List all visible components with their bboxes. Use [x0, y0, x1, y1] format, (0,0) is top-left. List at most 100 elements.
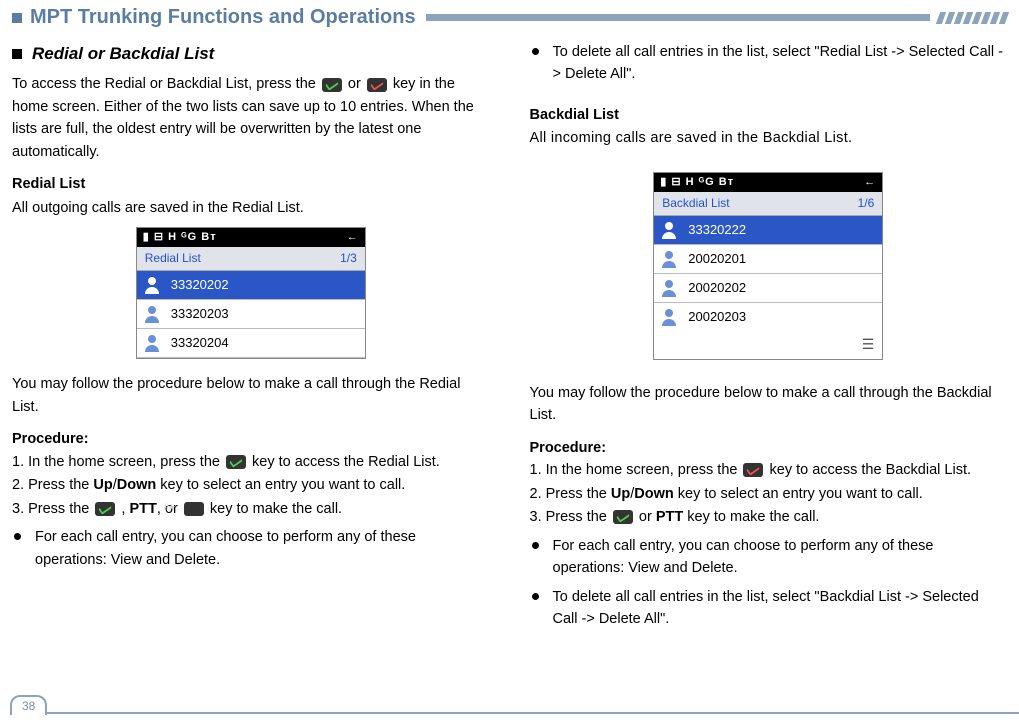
avatar-icon	[660, 279, 678, 297]
hash-key-icon	[184, 502, 204, 516]
backdial-list-heading: Backdial List	[530, 104, 1008, 126]
footer-line	[44, 712, 1019, 714]
menu-icon: ☰	[862, 334, 875, 356]
step3-text-b: ,	[117, 501, 129, 517]
step2-text-b: key to select an entry you want to call.	[156, 477, 405, 493]
step1-text-a: 1. In the home screen, press the	[530, 462, 742, 478]
step2-text-b: key to select an entry you want to call.	[674, 486, 923, 502]
statusbar-right: ←	[864, 174, 876, 191]
statusbar-left: ▮ ⊟ H ᴳG Bᴛ	[660, 174, 734, 191]
procedure-label: Procedure:	[530, 437, 1008, 459]
page-number: 38	[10, 695, 47, 715]
step-1: 1. In the home screen, press the key to …	[12, 451, 490, 473]
section-square-icon	[12, 49, 22, 59]
step2-up: Up	[93, 477, 112, 493]
list-row: 20020201	[654, 245, 882, 274]
list-title: Backdial List	[662, 194, 729, 213]
right-column: To delete all call entries in the list, …	[530, 41, 1008, 630]
page-header: MPT Trunking Functions and Operations	[0, 0, 1019, 33]
header-title: MPT Trunking Functions and Operations	[30, 6, 416, 29]
step2-down: Down	[634, 486, 673, 502]
list-row-text: 33320222	[688, 220, 746, 240]
intro-paragraph: To access the Redial or Backdial List, p…	[12, 73, 490, 163]
bullet-item: To delete all call entries in the list, …	[530, 586, 1008, 631]
step2-down: Down	[117, 477, 156, 493]
bullet-item: For each call entry, you can choose to p…	[530, 535, 1008, 580]
green-call-key-icon	[226, 455, 246, 469]
list-row-text: 33320203	[171, 304, 229, 324]
list-row-text: 33320204	[171, 333, 229, 353]
step-2: 2. Press the Up/Down key to select an en…	[530, 483, 1008, 505]
section-heading-text: Redial or Backdial List	[32, 41, 214, 67]
phone-statusbar: ▮ ⊟ H ᴳG Bᴛ ←	[654, 173, 882, 192]
avatar-icon	[143, 334, 161, 352]
bullet-icon	[532, 48, 539, 55]
page-footer: 38	[0, 712, 1019, 714]
list-row-text: 20020203	[688, 307, 746, 327]
redial-list-desc: All outgoing calls are saved in the Redi…	[12, 197, 490, 219]
section-heading-redial-backdial: Redial or Backdial List	[12, 41, 490, 67]
phone-statusbar: ▮ ⊟ H ᴳG Bᴛ ←	[137, 228, 365, 247]
green-call-key-icon	[613, 510, 633, 524]
redial-list-screenshot: ▮ ⊟ H ᴳG Bᴛ ← Redial List 1/3 33320202 3…	[136, 227, 366, 359]
bullet-text: To delete all call entries in the list, …	[553, 586, 1008, 631]
avatar-icon	[660, 308, 678, 326]
header-square-icon	[12, 13, 22, 23]
step3-ptt: PTT	[656, 509, 683, 525]
step1-text-b: key to access the Redial List.	[248, 454, 440, 470]
step3-text-a: 3. Press the	[12, 501, 93, 517]
header-hatch-icon	[938, 12, 1007, 24]
left-column: Redial or Backdial List To access the Re…	[12, 41, 490, 630]
redial-list-heading: Redial List	[12, 173, 490, 195]
intro-text-2: or	[344, 76, 365, 92]
list-title: Redial List	[145, 249, 201, 268]
header-bar	[426, 14, 930, 21]
backdial-list-screenshot: ▮ ⊟ H ᴳG Bᴛ ← Backdial List 1/6 33320222…	[653, 172, 883, 360]
red-end-key-icon	[367, 78, 387, 92]
step1-text-b: key to access the Backdial List.	[765, 462, 971, 478]
phone-list-header: Backdial List 1/6	[654, 192, 882, 216]
step2-text-a: 2. Press the	[530, 486, 611, 502]
bullet-text: To delete all call entries in the list, …	[553, 41, 1008, 86]
step-1: 1. In the home screen, press the key to …	[530, 459, 1008, 481]
procedure-label: Procedure:	[12, 428, 490, 450]
step2-up: Up	[611, 486, 630, 502]
intro-text-1: To access the Redial or Backdial List, p…	[12, 76, 320, 92]
list-row: 33320204	[137, 329, 365, 358]
list-row-text: 20020201	[688, 249, 746, 269]
step3-text-a: 3. Press the	[530, 509, 611, 525]
bullet-icon	[532, 593, 539, 600]
follow-text: You may follow the procedure below to ma…	[530, 382, 1008, 427]
bullet-text: For each call entry, you can choose to p…	[553, 535, 1008, 580]
list-row: 20020203	[654, 303, 882, 331]
phone-bottom-row: ☰	[654, 331, 882, 359]
avatar-icon	[660, 221, 678, 239]
avatar-icon	[660, 250, 678, 268]
list-count: 1/6	[858, 194, 875, 213]
list-row-selected: 33320222	[654, 216, 882, 245]
bullet-item: For each call entry, you can choose to p…	[12, 526, 490, 571]
green-call-key-icon	[322, 78, 342, 92]
bullet-icon	[532, 542, 539, 549]
step1-text-a: 1. In the home screen, press the	[12, 454, 224, 470]
step-3: 3. Press the or PTT key to make the call…	[530, 506, 1008, 528]
step-3: 3. Press the , PTT, or key to make the c…	[12, 498, 490, 520]
follow-text: You may follow the procedure below to ma…	[12, 373, 490, 418]
step3-text-c: key to make the call.	[683, 509, 819, 525]
green-call-key-icon	[95, 502, 115, 516]
step3-text-d: key to make the call.	[206, 501, 342, 517]
list-row: 20020202	[654, 274, 882, 303]
list-row-text: 33320202	[171, 275, 229, 295]
avatar-icon	[143, 305, 161, 323]
bullet-text: For each call entry, you can choose to p…	[35, 526, 490, 571]
statusbar-right: ←	[347, 229, 359, 246]
phone-list-header: Redial List 1/3	[137, 247, 365, 271]
step3-ptt: PTT	[130, 501, 157, 517]
avatar-icon	[143, 276, 161, 294]
backdial-list-desc: All incoming calls are saved in the Back…	[530, 127, 1008, 149]
step2-text-a: 2. Press the	[12, 477, 93, 493]
list-count: 1/3	[340, 249, 357, 268]
bullet-icon	[14, 533, 21, 540]
bullet-item: To delete all call entries in the list, …	[530, 41, 1008, 86]
list-row-selected: 33320202	[137, 271, 365, 300]
